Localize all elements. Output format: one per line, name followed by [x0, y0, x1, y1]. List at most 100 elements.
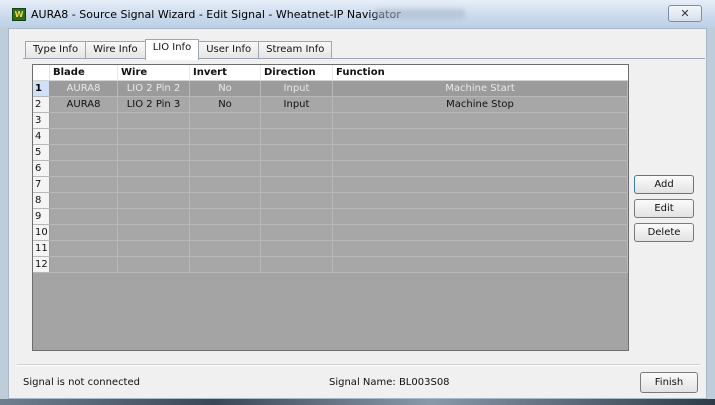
function-cell[interactable]: [333, 241, 628, 256]
direction-cell[interactable]: [261, 177, 333, 192]
invert-cell[interactable]: [190, 241, 261, 256]
blade-cell[interactable]: [50, 241, 118, 256]
blade-cell[interactable]: [50, 257, 118, 272]
invert-cell[interactable]: [190, 129, 261, 144]
edit-button[interactable]: Edit: [634, 199, 694, 218]
close-button[interactable]: ✕: [668, 5, 702, 22]
blade-cell[interactable]: [50, 193, 118, 208]
function-cell[interactable]: Machine Stop: [333, 97, 628, 112]
direction-cell[interactable]: [261, 257, 333, 272]
column-header-invert[interactable]: Invert: [190, 65, 261, 80]
row-number[interactable]: 2: [33, 97, 50, 112]
wire-cell[interactable]: [118, 257, 190, 272]
row-number[interactable]: 6: [33, 161, 50, 176]
row-number[interactable]: 3: [33, 113, 50, 128]
direction-cell[interactable]: [261, 129, 333, 144]
table-row[interactable]: 10: [33, 225, 628, 241]
function-cell[interactable]: [333, 161, 628, 176]
invert-cell[interactable]: No: [190, 81, 261, 96]
direction-cell[interactable]: [261, 225, 333, 240]
table-row[interactable]: 9: [33, 209, 628, 225]
row-number[interactable]: 12: [33, 257, 50, 272]
function-cell[interactable]: Machine Start: [333, 81, 628, 96]
invert-cell[interactable]: [190, 209, 261, 224]
invert-cell[interactable]: [190, 145, 261, 160]
direction-cell[interactable]: [261, 209, 333, 224]
wire-cell[interactable]: LIO 2 Pin 3: [118, 97, 190, 112]
table-row[interactable]: 2 AURA8 LIO 2 Pin 3 No Input Machine Stop: [33, 97, 628, 113]
wire-cell[interactable]: [118, 145, 190, 160]
invert-cell[interactable]: No: [190, 97, 261, 112]
tab-wire-info[interactable]: Wire Info: [85, 41, 146, 59]
invert-cell[interactable]: [190, 257, 261, 272]
tab-stream-info[interactable]: Stream Info: [258, 41, 333, 59]
wire-cell[interactable]: [118, 161, 190, 176]
blade-cell[interactable]: [50, 161, 118, 176]
lio-grid[interactable]: Blade Wire Invert Direction Function 1 AU…: [32, 64, 629, 351]
invert-cell[interactable]: [190, 113, 261, 128]
blade-cell[interactable]: [50, 209, 118, 224]
column-header-blade[interactable]: Blade: [50, 65, 118, 80]
tab-type-info[interactable]: Type Info: [25, 41, 87, 59]
row-number[interactable]: 11: [33, 241, 50, 256]
column-header-rownum[interactable]: [33, 65, 50, 80]
row-number[interactable]: 10: [33, 225, 50, 240]
title-bar[interactable]: W AURA8 - Source Signal Wizard - Edit Si…: [0, 0, 715, 28]
wire-cell[interactable]: [118, 129, 190, 144]
table-row[interactable]: 5: [33, 145, 628, 161]
table-row[interactable]: 1 AURA8 LIO 2 Pin 2 No Input Machine Start: [33, 81, 628, 97]
table-row[interactable]: 7: [33, 177, 628, 193]
function-cell[interactable]: [333, 129, 628, 144]
blade-cell[interactable]: [50, 145, 118, 160]
column-header-wire[interactable]: Wire: [118, 65, 190, 80]
function-cell[interactable]: [333, 113, 628, 128]
function-cell[interactable]: [333, 225, 628, 240]
direction-cell[interactable]: Input: [261, 97, 333, 112]
wire-cell[interactable]: [118, 177, 190, 192]
invert-cell[interactable]: [190, 161, 261, 176]
table-row[interactable]: 11: [33, 241, 628, 257]
function-cell[interactable]: [333, 145, 628, 160]
blade-cell[interactable]: AURA8: [50, 97, 118, 112]
finish-button[interactable]: Finish: [640, 372, 698, 393]
table-row[interactable]: 12: [33, 257, 628, 273]
invert-cell[interactable]: [190, 225, 261, 240]
blade-cell[interactable]: [50, 129, 118, 144]
wire-cell[interactable]: [118, 209, 190, 224]
function-cell[interactable]: [333, 257, 628, 272]
function-cell[interactable]: [333, 177, 628, 192]
column-header-function[interactable]: Function: [333, 65, 628, 80]
invert-cell[interactable]: [190, 193, 261, 208]
invert-cell[interactable]: [190, 177, 261, 192]
table-row[interactable]: 6: [33, 161, 628, 177]
column-header-direction[interactable]: Direction: [261, 65, 333, 80]
row-number[interactable]: 9: [33, 209, 50, 224]
direction-cell[interactable]: [261, 145, 333, 160]
wire-cell[interactable]: [118, 193, 190, 208]
wire-cell[interactable]: [118, 225, 190, 240]
table-row[interactable]: 8: [33, 193, 628, 209]
wire-cell[interactable]: [118, 113, 190, 128]
direction-cell[interactable]: [261, 241, 333, 256]
direction-cell[interactable]: [261, 161, 333, 176]
blade-cell[interactable]: AURA8: [50, 81, 118, 96]
row-number[interactable]: 7: [33, 177, 50, 192]
blade-cell[interactable]: [50, 113, 118, 128]
table-row[interactable]: 3: [33, 113, 628, 129]
wire-cell[interactable]: LIO 2 Pin 2: [118, 81, 190, 96]
add-button[interactable]: Add: [634, 175, 694, 194]
direction-cell[interactable]: Input: [261, 81, 333, 96]
function-cell[interactable]: [333, 193, 628, 208]
direction-cell[interactable]: [261, 113, 333, 128]
row-number[interactable]: 4: [33, 129, 50, 144]
row-number[interactable]: 8: [33, 193, 50, 208]
blade-cell[interactable]: [50, 225, 118, 240]
table-row[interactable]: 4: [33, 129, 628, 145]
delete-button[interactable]: Delete: [634, 223, 694, 242]
tab-user-info[interactable]: User Info: [198, 41, 260, 59]
wire-cell[interactable]: [118, 241, 190, 256]
function-cell[interactable]: [333, 209, 628, 224]
direction-cell[interactable]: [261, 193, 333, 208]
row-number[interactable]: 1: [33, 81, 50, 96]
row-number[interactable]: 5: [33, 145, 50, 160]
